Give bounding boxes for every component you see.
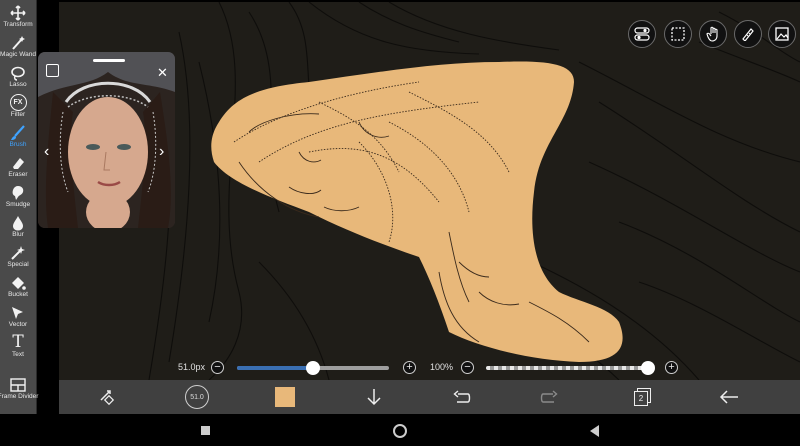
tool-sidebar: Transform Magic Wand Lasso FX Filter Bru… xyxy=(0,0,39,414)
brush-size-label: 51.0px xyxy=(178,362,206,372)
color-swap-button[interactable] xyxy=(89,380,123,414)
bottom-toolbar: 51.0 2 xyxy=(59,380,800,414)
hand-icon xyxy=(706,26,718,42)
tool-eraser[interactable]: Eraser xyxy=(0,154,36,184)
redo-icon xyxy=(540,390,558,403)
reference-close-icon[interactable]: ✕ xyxy=(157,66,168,79)
tool-special[interactable]: Special xyxy=(0,244,36,274)
tool-frame-divider[interactable]: Frame Divider xyxy=(0,376,39,406)
tool-label: Special xyxy=(7,261,29,268)
vector-icon xyxy=(10,304,26,321)
redo-button[interactable] xyxy=(536,380,562,414)
tool-label: Frame Divider xyxy=(0,393,39,400)
brush-size-badge: 51.0 xyxy=(185,385,209,409)
tool-brush[interactable]: Brush xyxy=(0,124,36,154)
save-down-button[interactable] xyxy=(361,380,387,414)
fx-icon: FX xyxy=(9,94,27,111)
tool-label: Text xyxy=(12,351,24,358)
primary-color-swatch xyxy=(275,387,295,407)
brush-size-slider-thumb[interactable] xyxy=(306,361,320,375)
brush-size-increase-button[interactable]: + xyxy=(403,361,416,374)
skin-fill xyxy=(211,61,623,363)
brush-icon xyxy=(10,124,26,141)
layers-icon: 2 xyxy=(633,388,651,406)
tool-transform[interactable]: Transform xyxy=(0,4,36,34)
gesture-button[interactable] xyxy=(699,20,727,48)
brush-size-slider-fill xyxy=(237,366,313,370)
toggles-icon xyxy=(634,27,650,41)
opacity-label: 100% xyxy=(430,362,454,372)
tool-label: Blur xyxy=(12,231,24,238)
reference-menu-icon[interactable] xyxy=(46,64,59,77)
reference-window[interactable]: ✕ ‹ › xyxy=(38,52,175,228)
tool-label: Vector xyxy=(8,321,28,328)
tool-label: Brush xyxy=(9,141,27,148)
opacity-slider-thumb[interactable] xyxy=(641,361,655,375)
lasso-icon xyxy=(10,64,26,81)
tool-label: Magic Wand xyxy=(0,51,36,58)
undo-icon xyxy=(453,390,471,403)
reference-prev-icon[interactable]: ‹ xyxy=(44,144,49,160)
tool-label: Filter xyxy=(10,111,26,118)
arrow-down-icon xyxy=(367,389,381,406)
swap-icon xyxy=(100,390,115,406)
tool-label: Lasso xyxy=(9,81,27,88)
system-navigation-bar xyxy=(0,414,800,446)
undo-button[interactable] xyxy=(449,380,475,414)
magic-wand-icon xyxy=(10,34,26,51)
home-icon[interactable] xyxy=(393,424,407,438)
recents-icon[interactable] xyxy=(201,426,210,435)
tool-smudge[interactable]: Smudge xyxy=(0,184,36,214)
image-icon xyxy=(775,27,789,41)
tool-vector[interactable]: Vector xyxy=(0,304,36,334)
opacity-slider[interactable] xyxy=(486,366,648,370)
tool-blur[interactable]: Blur xyxy=(0,214,36,244)
opacity-decrease-button[interactable]: − xyxy=(461,361,474,374)
tool-magic-wand[interactable]: Magic Wand xyxy=(0,34,36,64)
selection-button[interactable] xyxy=(664,20,692,48)
arrow-left-icon xyxy=(719,390,738,404)
opacity-increase-button[interactable]: + xyxy=(665,361,678,374)
frame-divider-icon xyxy=(10,376,26,393)
tool-filter[interactable]: FX Filter xyxy=(0,94,36,124)
blur-icon xyxy=(10,214,26,231)
selection-icon xyxy=(671,27,685,41)
tool-label: Smudge xyxy=(5,201,31,208)
app-root: Transform Magic Wand Lasso FX Filter Bru… xyxy=(0,0,800,446)
smudge-icon xyxy=(10,184,26,201)
transform-icon xyxy=(10,4,26,21)
color-picker-button[interactable] xyxy=(273,380,297,414)
back-nav-icon[interactable] xyxy=(590,425,599,437)
reference-drag-handle[interactable] xyxy=(93,59,125,62)
ruler-icon xyxy=(742,28,754,41)
image-button[interactable] xyxy=(768,20,796,48)
reference-image xyxy=(38,52,175,228)
special-icon xyxy=(10,244,26,261)
text-icon: T xyxy=(12,332,24,352)
tool-label: Eraser xyxy=(8,171,28,178)
eraser-icon xyxy=(10,154,26,171)
tool-label: Bucket xyxy=(8,291,28,298)
layers-button[interactable]: 2 xyxy=(629,380,655,414)
ruler-button[interactable] xyxy=(734,20,762,48)
layers-count: 2 xyxy=(634,391,648,406)
reference-next-icon[interactable]: › xyxy=(159,144,164,160)
tool-label: Transform xyxy=(3,21,33,28)
tool-text[interactable]: T Text xyxy=(0,334,36,364)
settings-toggle-button[interactable] xyxy=(628,20,656,48)
tool-bucket[interactable]: Bucket xyxy=(0,274,36,304)
back-button[interactable] xyxy=(714,380,744,414)
tool-lasso[interactable]: Lasso xyxy=(0,64,36,94)
brush-settings-button[interactable]: 51.0 xyxy=(179,380,215,414)
bucket-icon xyxy=(10,274,26,291)
brush-size-decrease-button[interactable]: − xyxy=(211,361,224,374)
